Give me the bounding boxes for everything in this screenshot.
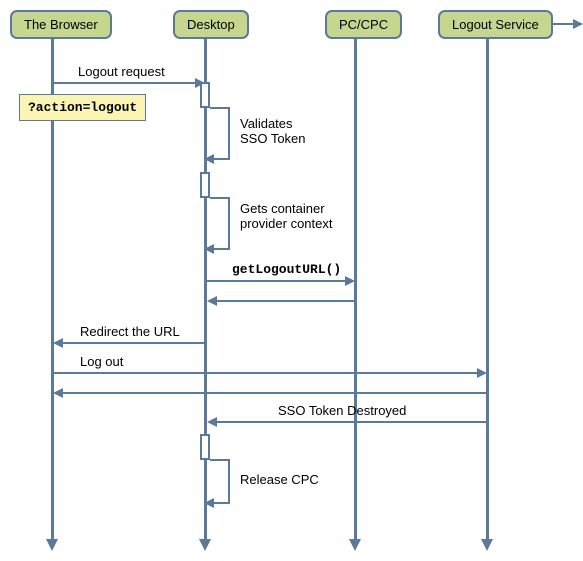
arrow-sso-destroyed <box>217 421 487 423</box>
label-get-logout-url: getLogoutURL() <box>232 262 341 277</box>
arrow-get-logout-url-return <box>217 300 355 302</box>
selfmsg-line <box>228 459 230 504</box>
arrow-logout-request <box>53 82 195 84</box>
arrowhead-icon <box>46 539 58 551</box>
label-gets-container: Gets container provider context <box>240 201 333 231</box>
activation-desktop-3 <box>200 434 210 460</box>
arrowhead-icon <box>573 19 583 29</box>
arrowhead-icon <box>195 78 205 88</box>
participant-browser: The Browser <box>10 10 112 39</box>
note-action-logout: ?action=logout <box>19 94 146 121</box>
selfmsg-line <box>228 197 230 250</box>
label-validates-sso: Validates SSO Token <box>240 116 306 146</box>
label-release-cpc: Release CPC <box>240 472 319 487</box>
lifeline-logout-service <box>486 36 489 541</box>
arrowhead-icon <box>204 498 214 508</box>
selfmsg-line <box>210 459 230 461</box>
arrowhead-icon <box>199 539 211 551</box>
arrowhead-icon <box>481 539 493 551</box>
arrow-redirect-url <box>63 342 205 344</box>
label-sso-destroyed: SSO Token Destroyed <box>278 403 406 418</box>
lifeline-pccpc <box>354 36 357 541</box>
participant-logout-service: Logout Service <box>438 10 553 39</box>
arrowhead-icon <box>207 417 217 427</box>
arrow-log-out <box>53 372 477 374</box>
selfmsg-line <box>210 197 230 199</box>
arrowhead-icon <box>207 296 217 306</box>
arrow-get-logout-url <box>207 280 345 282</box>
selfmsg-line <box>214 502 230 504</box>
lifeline-desktop <box>204 36 207 541</box>
arrowhead-icon <box>477 368 487 378</box>
activation-desktop-2 <box>200 172 210 198</box>
arrowhead-icon <box>53 338 63 348</box>
selfmsg-line <box>228 107 230 160</box>
arrow-log-out-return <box>63 392 487 394</box>
arrowhead-icon <box>349 539 361 551</box>
participant-pccpc: PC/CPC <box>325 10 402 39</box>
label-redirect-url: Redirect the URL <box>80 324 180 339</box>
arrowhead-icon <box>345 276 355 286</box>
selfmsg-line <box>214 248 230 250</box>
arrowhead-icon <box>204 154 214 164</box>
participant-desktop: Desktop <box>173 10 249 39</box>
label-logout-request: Logout request <box>78 64 165 79</box>
selfmsg-line <box>214 158 230 160</box>
arrowhead-icon <box>204 244 214 254</box>
selfmsg-line <box>210 107 230 109</box>
label-log-out: Log out <box>80 354 123 369</box>
arrowhead-icon <box>53 388 63 398</box>
